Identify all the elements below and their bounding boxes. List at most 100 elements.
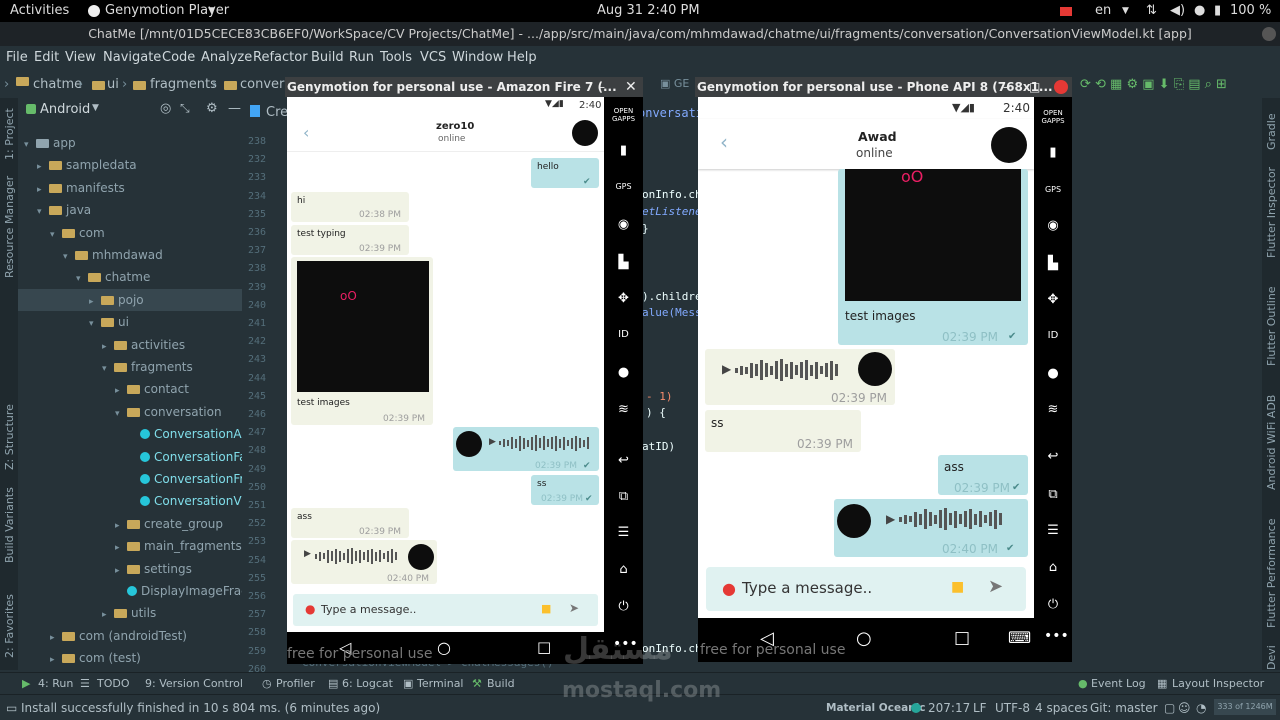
voice-message[interactable]: ▶ 02:40 PM (291, 540, 437, 584)
battery-icon[interactable]: ▮ (1034, 145, 1072, 160)
power-icon[interactable]: ⏻ (604, 599, 643, 614)
structure-tab[interactable]: Z: Structure (3, 404, 16, 470)
status-message[interactable]: Install successfully finished in 10 s 80… (21, 701, 380, 715)
tree-item[interactable]: ▸ utils (18, 602, 242, 624)
profiler-tab[interactable]: Profiler (276, 677, 315, 690)
back-icon[interactable]: ↩ (1034, 449, 1072, 464)
voice-message[interactable]: ▶ 02:39 PM ✔ (453, 427, 599, 471)
webcam-icon[interactable]: ◉ (1034, 218, 1072, 233)
tree-item[interactable]: ▸ main_fragments (18, 535, 242, 557)
layout-inspector-tab[interactable]: Layout Inspector (1172, 677, 1264, 690)
audio-waveform[interactable] (315, 548, 405, 566)
expand-icon[interactable]: ▾ (37, 201, 49, 221)
activities-button[interactable]: Activities (10, 3, 69, 18)
caret-position[interactable]: 207:17 (928, 701, 970, 715)
menu-navigate[interactable]: Navigate (103, 50, 161, 65)
send-icon[interactable]: ➤ (988, 576, 1003, 597)
expand-icon[interactable]: ▸ (102, 604, 114, 624)
back-icon[interactable]: ↩ (604, 453, 643, 468)
menu-window[interactable]: Window (452, 50, 503, 65)
memory-indicator[interactable]: 333 of 1246M (1214, 699, 1276, 715)
battery-icon[interactable]: ▮ (604, 143, 643, 158)
tree-item[interactable]: ▸ activities (18, 334, 242, 356)
gradle-tab[interactable]: Gradle (1265, 113, 1278, 150)
network-icon[interactable]: ≋ (604, 402, 643, 417)
opengapps-icon[interactable]: OPEN GAPPS (604, 107, 643, 123)
tree-item[interactable]: ▾ conversation (18, 401, 242, 423)
expand-icon[interactable]: ▸ (115, 515, 127, 535)
device-explorer-tab[interactable]: Devi (1265, 645, 1278, 670)
expand-icon[interactable]: ▾ (115, 403, 127, 423)
voice-message[interactable]: ▶ 02:39 PM (705, 349, 895, 405)
tree-item[interactable]: ▾ java (18, 199, 242, 221)
expand-icon[interactable]: ▾ (63, 246, 75, 266)
home-icon[interactable]: ⌂ (1034, 560, 1072, 575)
remote-control-icon[interactable]: ✥ (1034, 292, 1072, 307)
tree-item[interactable]: DisplayImageFrag (18, 580, 242, 602)
tree-item[interactable]: ▸ com (test) (18, 647, 242, 669)
recent-apps-icon[interactable]: ⧉ (604, 489, 643, 504)
menu-file[interactable]: File (6, 50, 28, 65)
camera-icon[interactable] (1060, 7, 1072, 16)
expand-icon[interactable]: ▾ (102, 358, 114, 378)
maximize-icon[interactable]: □ (1029, 77, 1040, 97)
tree-item[interactable]: ▸ sampledata (18, 154, 242, 176)
favorites-tab[interactable]: 2: Favorites (3, 594, 16, 658)
contact-avatar[interactable] (991, 127, 1027, 163)
menu-tools[interactable]: Tools (380, 50, 412, 65)
disk-icon[interactable]: ● (604, 365, 643, 380)
home-icon[interactable]: ⌂ (604, 562, 643, 577)
editor-tab-label[interactable]: Cre (266, 105, 288, 120)
network-icon[interactable]: ⇅ (1146, 3, 1157, 18)
menu-icon[interactable]: ☰ (1034, 523, 1072, 538)
gps-icon[interactable]: GPS (1034, 185, 1072, 194)
message-bubble[interactable]: test typing 02:39 PM (291, 225, 409, 255)
message-bubble[interactable]: ass 02:39 PM ✔ (938, 455, 1028, 495)
breadcrumb-item[interactable]: chatme (33, 77, 82, 92)
expand-icon[interactable]: ▸ (37, 179, 49, 199)
target-icon[interactable]: ◎ (160, 101, 171, 116)
device-id-icon[interactable]: ID (1034, 330, 1072, 341)
tree-item[interactable]: ConversationFa (18, 446, 242, 468)
menu-analyze[interactable]: Analyze (201, 50, 252, 65)
send-icon[interactable]: ➤ (569, 601, 579, 615)
menu-refactor[interactable]: Refactor (253, 50, 308, 65)
expand-icon[interactable]: ▾ (89, 313, 101, 333)
expand-icon[interactable]: ▸ (115, 537, 127, 557)
more-icon[interactable]: ••• (1044, 628, 1069, 644)
breadcrumb-item[interactable]: fragments (150, 77, 217, 92)
battery-icon[interactable]: ▮ (1214, 3, 1221, 18)
indent-setting[interactable]: 4 spaces (1035, 701, 1088, 715)
message-bubble[interactable]: hi 02:38 PM (291, 192, 409, 222)
close-icon[interactable] (1262, 27, 1276, 41)
build-variants-tab[interactable]: Build Variants (3, 487, 16, 563)
message-image[interactable]: oO (845, 167, 1021, 301)
menu-help[interactable]: Help (507, 50, 537, 65)
flutter-outline-tab[interactable]: Flutter Outline (1265, 286, 1278, 366)
contact-avatar[interactable] (572, 120, 598, 146)
play-icon[interactable]: ▶ (304, 549, 311, 559)
audio-waveform[interactable] (499, 435, 594, 453)
expand-icon[interactable]: ▸ (115, 380, 127, 400)
image-message[interactable]: oO test images 02:39 PM (291, 257, 433, 425)
build-tab[interactable]: Build (487, 677, 515, 690)
tree-item[interactable]: ▾ com (18, 222, 242, 244)
recent-apps-icon[interactable]: □ (954, 628, 970, 648)
git-branch[interactable]: Git: master (1090, 701, 1158, 715)
file-encoding[interactable]: UTF-8 (995, 701, 1030, 715)
tree-item[interactable]: ConversationVi (18, 490, 242, 512)
emulator1-titlebar[interactable]: Genymotion for personal use - Amazon Fir… (285, 77, 643, 97)
back-arrow-icon[interactable]: ‹ (720, 130, 728, 154)
tree-item[interactable]: ▾ chatme (18, 266, 242, 288)
editor-tab[interactable]: onversati (638, 106, 703, 120)
tree-item[interactable]: ConversationFr (18, 468, 242, 490)
flutter-inspector-tab[interactable]: Flutter Inspector (1265, 167, 1278, 258)
tree-item[interactable]: ▸ settings (18, 558, 242, 580)
play-icon[interactable]: ▶ (722, 362, 731, 376)
expand-icon[interactable]: ▾ (76, 268, 88, 288)
line-separator[interactable]: LF (973, 701, 987, 715)
gear-icon[interactable]: ⚙ (206, 101, 218, 116)
menu-view[interactable]: View (65, 50, 96, 65)
tree-item[interactable]: ▾ mhmdawad (18, 244, 242, 266)
expand-icon[interactable]: ▸ (50, 649, 62, 669)
